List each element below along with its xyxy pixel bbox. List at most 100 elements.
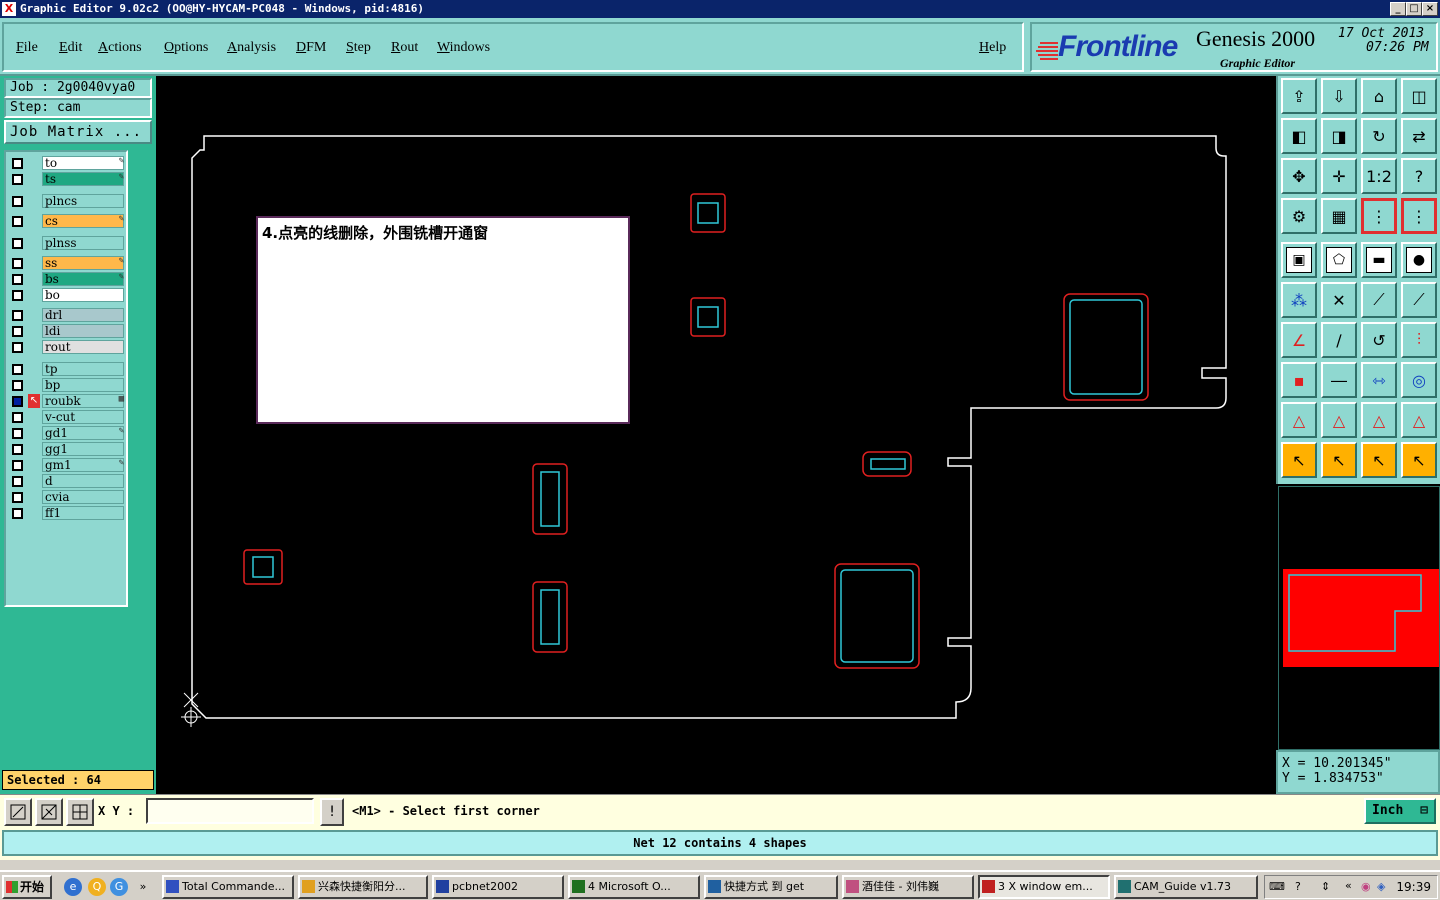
- menu-step[interactable]: Step: [346, 40, 371, 56]
- triangle-a-tool-button[interactable]: △: [1281, 402, 1317, 438]
- taskbar-button[interactable]: CAM_Guide v1.73: [1114, 875, 1258, 899]
- layer-checkbox[interactable]: [12, 508, 23, 519]
- layer-row[interactable]: ff1: [8, 506, 126, 520]
- layer-row[interactable]: bp: [8, 378, 126, 392]
- select-arrow-tool-button[interactable]: ↖: [1281, 442, 1317, 478]
- layer-name[interactable]: cs: [42, 214, 124, 228]
- browser-quicklaunch-icon[interactable]: G: [110, 878, 128, 896]
- job-matrix-button[interactable]: Job Matrix ...: [4, 120, 152, 144]
- layer-checkbox[interactable]: [12, 428, 23, 439]
- layer-checkbox[interactable]: [12, 396, 23, 407]
- layer-name[interactable]: d: [42, 474, 124, 488]
- fit-tool-button[interactable]: ✥: [1281, 158, 1317, 194]
- layer-checkbox[interactable]: [12, 476, 23, 487]
- taskbar-button[interactable]: 酒佳佳 - 刘伟巍: [842, 875, 974, 899]
- menu-analysis[interactable]: Analysis: [227, 40, 276, 56]
- export-tool-button[interactable]: ⇪: [1281, 78, 1317, 114]
- select-box-tool-button[interactable]: ↖: [1321, 442, 1357, 478]
- dimension-tool-button[interactable]: ⇿: [1361, 362, 1397, 398]
- mirror-tool-button[interactable]: ⇄: [1401, 118, 1437, 154]
- layer-row[interactable]: v-cut: [8, 410, 126, 424]
- network-icon[interactable]: ◈: [1377, 880, 1385, 893]
- grid-view-tool-button[interactable]: ▦: [1321, 198, 1357, 234]
- layer-checkbox[interactable]: [12, 310, 23, 321]
- layer-name[interactable]: gm1: [42, 458, 124, 472]
- layer-name[interactable]: gg1: [42, 442, 124, 456]
- layer-checkbox[interactable]: [12, 238, 23, 249]
- layer-checkbox[interactable]: [12, 290, 23, 301]
- layer-checkbox[interactable]: [12, 364, 23, 375]
- connect-tool-button[interactable]: ⋮: [1361, 198, 1397, 234]
- annotation-note[interactable]: 4.点亮的线删除，外围铣槽开通窗: [256, 216, 630, 424]
- help-icon[interactable]: ?: [1295, 880, 1301, 893]
- triangle-d-tool-button[interactable]: △: [1401, 402, 1437, 438]
- tray-expand-icon[interactable]: «: [1345, 879, 1352, 892]
- layer-checkbox[interactable]: [12, 196, 23, 207]
- minimize-button[interactable]: _: [1390, 2, 1406, 16]
- layer-row[interactable]: rout: [8, 340, 126, 354]
- help-query-tool-button[interactable]: ?: [1401, 158, 1437, 194]
- menu-file[interactable]: File: [16, 40, 38, 56]
- layer-name[interactable]: ff1: [42, 506, 124, 520]
- link-tool-button[interactable]: ⋮: [1401, 198, 1437, 234]
- layer-row[interactable]: plnss: [8, 236, 126, 250]
- angle-tool-button[interactable]: ∠: [1281, 322, 1317, 358]
- taskbar-button[interactable]: 快捷方式 到 get: [704, 875, 838, 899]
- layer-checkbox[interactable]: [12, 492, 23, 503]
- keyboard-icon[interactable]: ⌨: [1269, 880, 1285, 893]
- layer-checkbox[interactable]: [12, 412, 23, 423]
- menu-windows[interactable]: Windows: [437, 40, 490, 56]
- arrow-point-tool-button[interactable]: ⟋: [1401, 282, 1437, 318]
- layer-row[interactable]: bo: [8, 288, 126, 302]
- qq-quicklaunch-icon[interactable]: Q: [88, 878, 106, 896]
- grid-snap-button[interactable]: [66, 798, 94, 826]
- pan-right-tool-button[interactable]: ◨: [1321, 118, 1357, 154]
- arc-tool-button[interactable]: ↺: [1361, 322, 1397, 358]
- more-quicklaunch-icon[interactable]: »: [134, 878, 152, 896]
- line-tool-button[interactable]: ―: [1321, 362, 1357, 398]
- circle-tool-button[interactable]: ●: [1401, 242, 1437, 278]
- layer-name[interactable]: drl: [42, 308, 124, 322]
- line-point-tool-button[interactable]: ⟋: [1361, 282, 1397, 318]
- layer-row[interactable]: tp: [8, 362, 126, 376]
- node-tool-button[interactable]: ⁂: [1281, 282, 1317, 318]
- layer-checkbox[interactable]: [12, 274, 23, 285]
- graphic-canvas[interactable]: 4.点亮的线删除，外围铣槽开通窗: [156, 76, 1276, 794]
- menu-rout[interactable]: Rout: [391, 40, 418, 56]
- select-route-tool-button[interactable]: ↖: [1401, 442, 1437, 478]
- close-button[interactable]: ×: [1422, 2, 1438, 16]
- layer-checkbox[interactable]: [12, 342, 23, 353]
- layer-row[interactable]: ↖ roubk ▦: [8, 394, 126, 408]
- menu-help[interactable]: Help: [979, 40, 1006, 56]
- menu-options[interactable]: Options: [164, 40, 208, 56]
- scale-tool-button[interactable]: 1:2: [1361, 158, 1397, 194]
- layer-row[interactable]: plncs: [8, 194, 126, 208]
- snap-mode-button[interactable]: [35, 798, 63, 826]
- overview-map[interactable]: [1278, 486, 1440, 750]
- layer-name[interactable]: plncs: [42, 194, 124, 208]
- layer-checkbox[interactable]: [12, 158, 23, 169]
- layer-name[interactable]: gd1: [42, 426, 124, 440]
- layer-name[interactable]: rout: [42, 340, 124, 354]
- layer-name[interactable]: bp: [42, 378, 124, 392]
- alert-button[interactable]: !: [320, 798, 344, 826]
- layer-row[interactable]: gm1 ✎: [8, 458, 126, 472]
- xy-input[interactable]: [146, 798, 314, 824]
- layer-name[interactable]: cvia: [42, 490, 124, 504]
- menu-actions[interactable]: Actions: [98, 40, 142, 56]
- zoom-box-button[interactable]: [4, 798, 32, 826]
- layer-checkbox[interactable]: [12, 444, 23, 455]
- layer-name[interactable]: roubk: [42, 394, 124, 408]
- photo-tool-button[interactable]: ▣: [1281, 242, 1317, 278]
- menu-edit[interactable]: Edit: [59, 40, 82, 56]
- layer-row[interactable]: gd1 ✎: [8, 426, 126, 440]
- layer-name[interactable]: to: [42, 156, 124, 170]
- layer-name[interactable]: v-cut: [42, 410, 124, 424]
- layer-row[interactable]: ldi: [8, 324, 126, 338]
- layer-name[interactable]: ldi: [42, 324, 124, 338]
- home-tool-button[interactable]: ⌂: [1361, 78, 1397, 114]
- select-alt-tool-button[interactable]: ↖: [1361, 442, 1397, 478]
- layer-name[interactable]: bs: [42, 272, 124, 286]
- layer-row[interactable]: cs ✎: [8, 214, 126, 228]
- taskbar-button[interactable]: 4 Microsoft O...: [568, 875, 700, 899]
